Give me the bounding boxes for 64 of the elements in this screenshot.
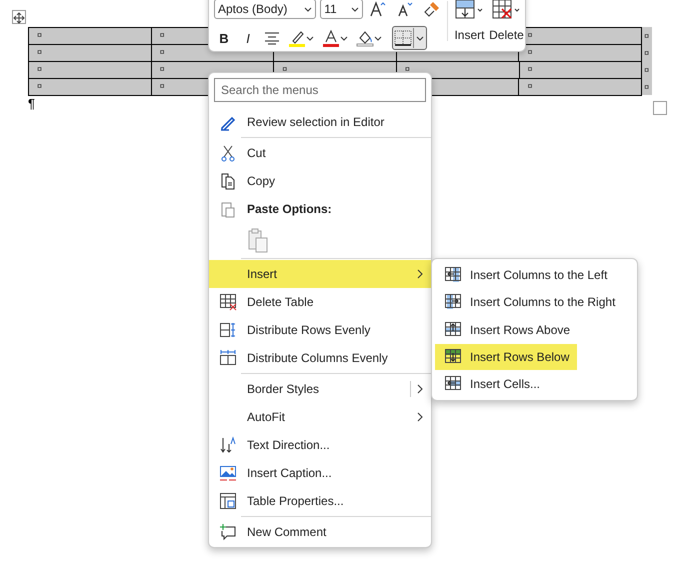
paintbrush-icon bbox=[423, 0, 442, 18]
chevron-down-icon bbox=[416, 36, 424, 40]
table-properties-icon bbox=[219, 492, 237, 510]
chevron-down-icon bbox=[350, 6, 359, 12]
new-comment-icon bbox=[219, 523, 237, 541]
menu-item[interactable]: Distribute Columns Evenly bbox=[209, 344, 431, 372]
paste-options-heading: Paste Options: bbox=[209, 195, 431, 223]
menu-item[interactable]: Copy bbox=[209, 167, 431, 195]
menu-item[interactable]: Text Direction... bbox=[209, 431, 431, 459]
highlighter-icon bbox=[288, 29, 306, 47]
insert-columns-left-icon bbox=[444, 266, 462, 284]
font-color-button[interactable] bbox=[320, 28, 350, 48]
text-direction-icon bbox=[219, 436, 237, 454]
borders-icon bbox=[393, 29, 413, 47]
table-move-handle[interactable] bbox=[12, 10, 26, 24]
menu-item[interactable]: Insert Columns to the Left bbox=[435, 262, 616, 288]
chevron-right-icon bbox=[417, 412, 423, 422]
menu-item[interactable]: Delete Table bbox=[209, 288, 431, 316]
menu-item[interactable]: Distribute Rows Evenly bbox=[209, 316, 431, 344]
menu-item[interactable]: Insert Rows Above bbox=[435, 316, 578, 343]
menu-item[interactable]: New Comment bbox=[209, 518, 431, 546]
menu-item[interactable]: Insert Cells... bbox=[435, 371, 548, 398]
menu-item[interactable]: Table Properties... bbox=[209, 487, 431, 515]
menu-item[interactable]: Cut bbox=[209, 139, 431, 167]
shrink-font-icon bbox=[396, 0, 414, 18]
grow-font-icon bbox=[369, 0, 388, 18]
table-cell: ¤ bbox=[28, 27, 152, 45]
menu-item[interactable]: Insert bbox=[209, 260, 431, 288]
chevron-down-icon bbox=[374, 36, 382, 40]
chevron-right-icon bbox=[417, 384, 423, 394]
font-size-field[interactable]: 11 bbox=[320, 0, 363, 19]
menu-item[interactable]: Review selection in Editor bbox=[209, 108, 431, 136]
insert-rows-above-icon bbox=[444, 320, 462, 339]
table-cell: ¤ bbox=[28, 78, 152, 96]
insert-columns-right-icon bbox=[444, 293, 462, 312]
font-name-field[interactable]: Aptos (Body) bbox=[214, 0, 316, 19]
paint-bucket-icon bbox=[356, 29, 374, 47]
menu-item[interactable]: Insert Rows Below bbox=[435, 344, 578, 370]
distribute-rows-icon bbox=[219, 321, 237, 339]
move-icon bbox=[13, 12, 25, 24]
menu-item[interactable]: Border Styles bbox=[209, 375, 431, 403]
caption-image-icon bbox=[219, 464, 237, 482]
chevron-down-icon bbox=[306, 36, 314, 40]
menu-item[interactable]: AutoFit bbox=[209, 403, 431, 431]
menu-item[interactable]: Insert Caption... bbox=[209, 459, 431, 487]
align-center-icon bbox=[264, 31, 280, 45]
chevron-down-icon bbox=[340, 36, 348, 40]
chevron-right-icon bbox=[417, 269, 423, 279]
paragraph-mark: ¶ bbox=[28, 96, 36, 111]
delete-table-icon bbox=[219, 293, 237, 311]
copy-icon bbox=[219, 172, 237, 190]
insert-rows-below-icon bbox=[444, 348, 462, 366]
search-field[interactable]: Search the menus bbox=[214, 78, 426, 102]
borders-button[interactable] bbox=[392, 26, 427, 50]
distribute-columns-icon bbox=[219, 349, 237, 367]
table-resize-handle[interactable] bbox=[653, 101, 667, 115]
font-color-icon bbox=[322, 29, 340, 47]
clipboard-icon bbox=[247, 227, 269, 253]
menu-item[interactable]: Insert Columns to the Right bbox=[435, 289, 624, 316]
chevron-down-icon bbox=[304, 6, 312, 12]
table-cell: ¤ bbox=[518, 78, 642, 96]
insert-button[interactable]: Insert bbox=[450, 0, 488, 51]
clipboard-icon bbox=[219, 200, 237, 218]
scissors-icon bbox=[219, 144, 237, 162]
